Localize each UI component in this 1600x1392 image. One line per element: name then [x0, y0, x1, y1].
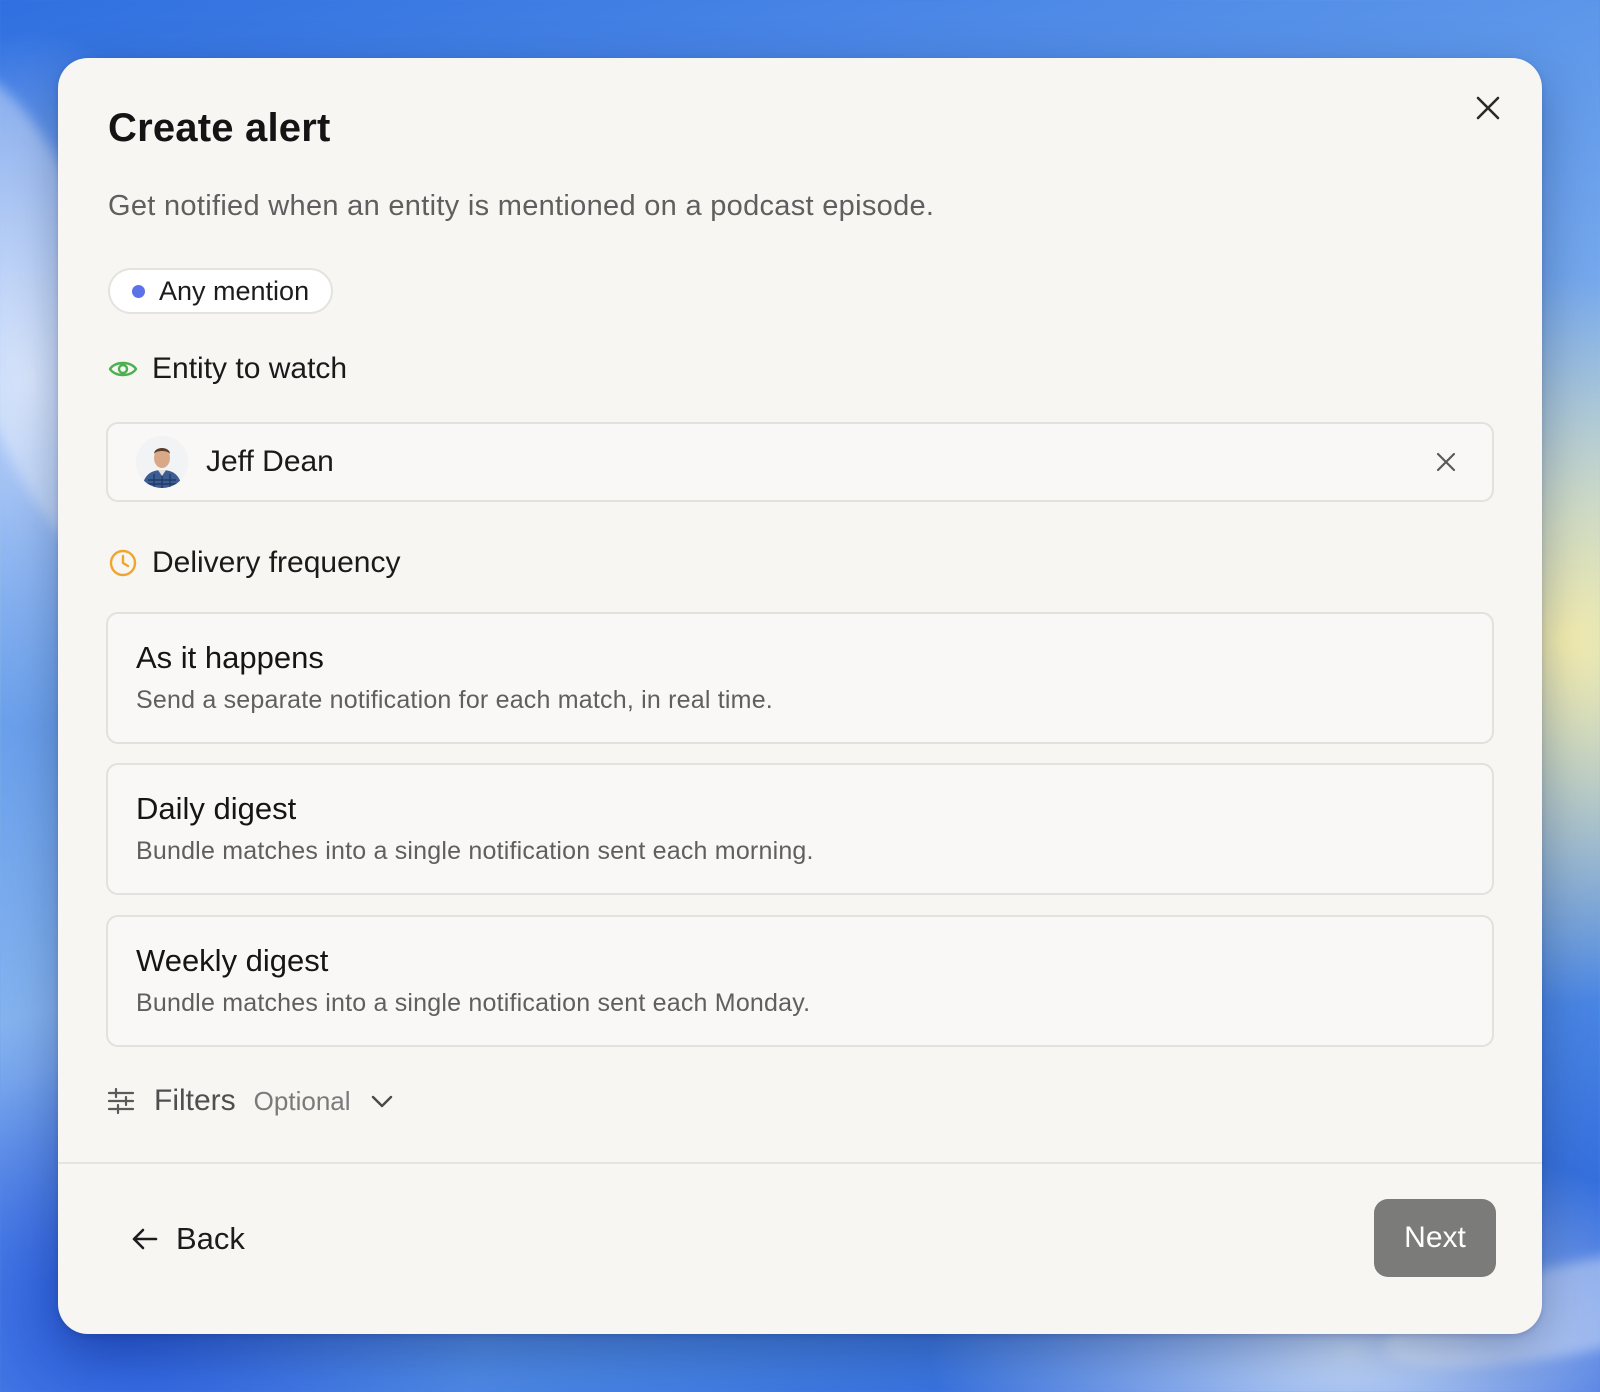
frequency-option-weekly-digest[interactable]: Weekly digest Bundle matches into a sing… [106, 915, 1494, 1047]
frequency-option-daily-digest[interactable]: Daily digest Bundle matches into a singl… [106, 763, 1494, 895]
selected-entity-name: Jeff Dean [206, 445, 334, 478]
back-button-label: Back [176, 1221, 245, 1256]
mention-type-label: Any mention [159, 275, 310, 306]
option-description: Send a separate notification for each ma… [136, 686, 773, 714]
close-icon [1476, 96, 1500, 120]
eye-icon [108, 361, 138, 377]
option-title: As it happens [136, 640, 324, 675]
option-description: Bundle matches into a single notificatio… [136, 989, 811, 1017]
next-button[interactable]: Next [1374, 1199, 1496, 1277]
filters-toggle[interactable]: Filters Optional [106, 1084, 395, 1118]
avatar [136, 436, 188, 488]
entity-section-label: Entity to watch [152, 352, 348, 385]
entity-section-header: Entity to watch [108, 352, 347, 386]
sliders-icon [107, 1087, 135, 1115]
next-button-label: Next [1404, 1221, 1466, 1254]
arrow-left-icon [132, 1228, 158, 1250]
frequency-section-header: Delivery frequency [108, 546, 400, 580]
entity-field[interactable]: Jeff Dean [106, 422, 1494, 502]
frequency-option-as-it-happens[interactable]: As it happens Send a separate notificati… [106, 612, 1494, 744]
chevron-down-icon [371, 1095, 392, 1108]
option-title: Daily digest [136, 791, 297, 826]
dialog-subtitle: Get notified when an entity is mentioned… [108, 190, 935, 222]
back-button[interactable]: Back [130, 1214, 245, 1264]
option-title: Weekly digest [136, 943, 329, 978]
close-icon [1436, 452, 1456, 472]
dialog-title: Create alert [108, 106, 331, 150]
frequency-section-label: Delivery frequency [152, 546, 401, 579]
status-dot-icon [132, 284, 145, 298]
filters-label: Filters [154, 1084, 236, 1117]
mention-type-selector[interactable]: Any mention [108, 268, 334, 314]
footer-divider [58, 1162, 1542, 1164]
filters-optional-label: Optional [253, 1085, 351, 1116]
option-description: Bundle matches into a single notificatio… [136, 837, 814, 865]
clear-entity-button[interactable] [1428, 444, 1464, 480]
clock-icon [109, 549, 137, 577]
create-alert-dialog: Create alert Get notified when an entity… [58, 58, 1542, 1334]
close-button[interactable] [1468, 88, 1508, 128]
